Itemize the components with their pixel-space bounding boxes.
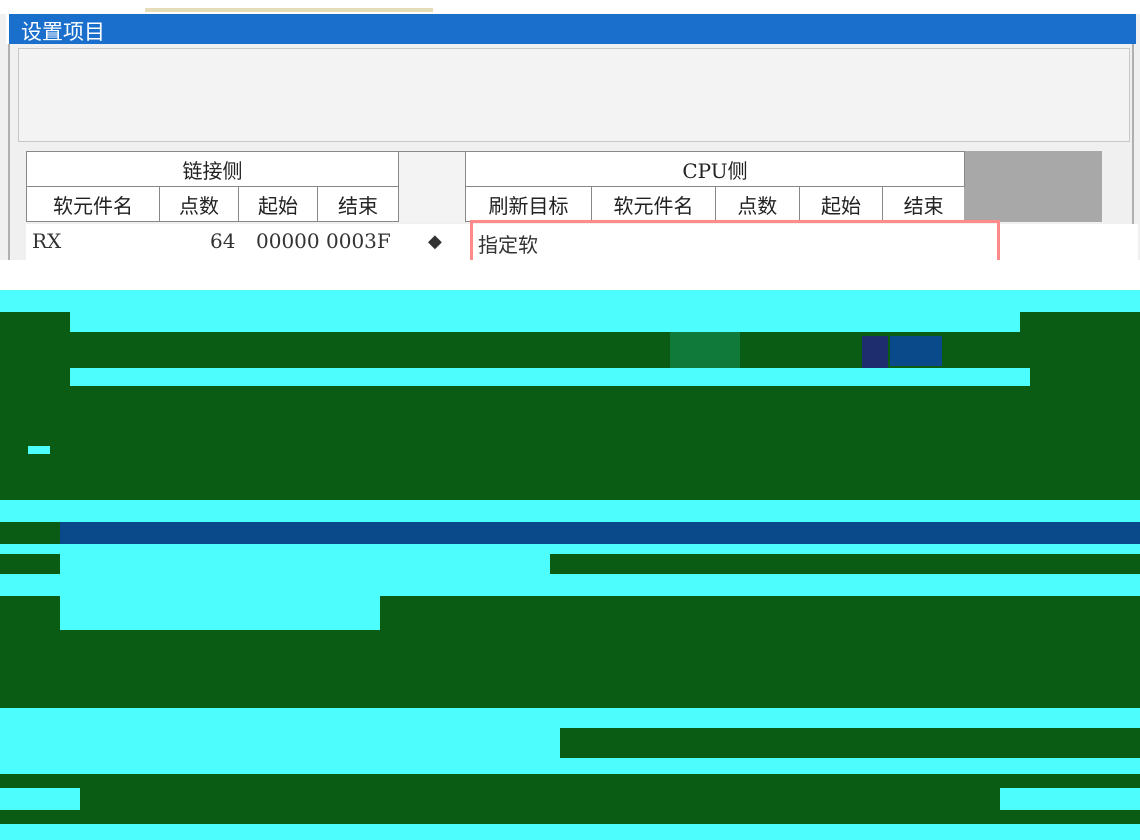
section-title: 设置项目 [21, 20, 105, 44]
column-header-row: 软元件名 点数 起始 结束 刷新目标 软元件名 点数 起始 结束 [26, 186, 1102, 222]
tab-indicator [145, 8, 433, 12]
col-cpu-end[interactable]: 结束 [882, 186, 965, 222]
col-link-end[interactable]: 结束 [317, 186, 399, 222]
link-side-header: 链接侧 [26, 151, 399, 187]
col-link-device-name[interactable]: 软元件名 [26, 186, 160, 222]
direction-column [398, 151, 466, 222]
refresh-settings-table: 链接侧 CPU侧 软元件名 点数 起始 结束 刷新目标 软元件名 点数 起始 结… [26, 151, 1102, 222]
group-header-row: 链接侧 CPU侧 [26, 151, 1102, 222]
cell-end: 0003F [326, 229, 391, 253]
col-cpu-start[interactable]: 起始 [798, 186, 884, 222]
col-link-points[interactable]: 点数 [159, 186, 239, 222]
empty-settings-area [18, 48, 1130, 142]
col-cpu-refresh-target[interactable]: 刷新目标 [465, 186, 592, 222]
col-cpu-points[interactable]: 点数 [714, 186, 800, 222]
render-artifact-area [0, 260, 1140, 840]
top-strip [0, 0, 1140, 14]
arrow-icon: ◆ [428, 231, 442, 252]
cell-points: 64 [210, 229, 236, 253]
cpu-side-header: CPU侧 [465, 151, 965, 187]
cell-device: RX [32, 229, 62, 253]
scroll-corner [964, 151, 1102, 222]
col-link-start[interactable]: 起始 [238, 186, 318, 222]
cell-start: 00000 [256, 229, 320, 253]
col-cpu-device-name[interactable]: 软元件名 [591, 186, 716, 222]
section-title-bar: 设置项目 [6, 14, 1136, 44]
